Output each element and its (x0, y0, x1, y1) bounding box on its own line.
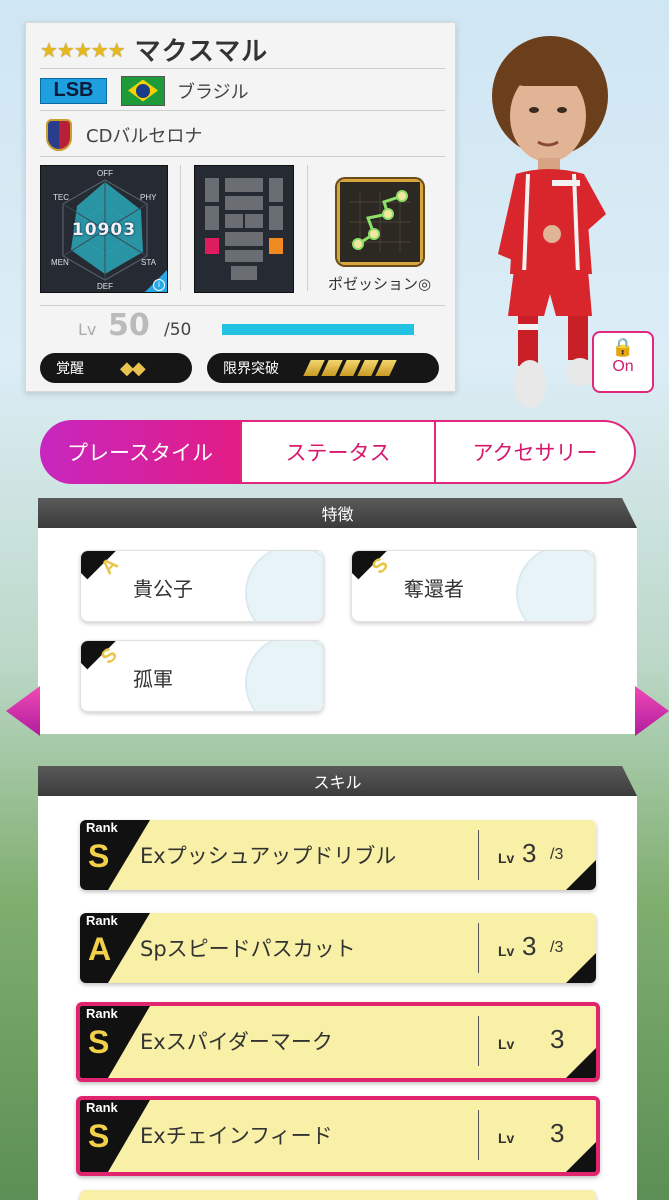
player-name: マクスマル (134, 37, 269, 67)
lock-icon: 🔒 (611, 337, 635, 358)
skill-row[interactable]: Rank A Spスピードパスカット Lv 3 /3 (80, 913, 596, 983)
rank-label: Rank (86, 1100, 118, 1115)
limit-break-bar (375, 360, 397, 376)
awakening-badge: 覚醒 ◆◆ (40, 353, 192, 383)
skill-level-max: /3 (550, 939, 564, 956)
divider (180, 165, 181, 291)
total-power: 10903 (71, 220, 137, 240)
soccer-ball-icon (245, 641, 323, 711)
previous-arrow-icon[interactable] (6, 686, 40, 736)
rank-letter: A (88, 931, 112, 967)
nationality: ブラジル (177, 81, 249, 103)
feature-name: 孤軍 (133, 667, 173, 691)
rank-label: Rank (86, 913, 118, 928)
info-icon[interactable]: i (153, 279, 165, 291)
skill-name: Exスパイダーマーク (140, 1030, 333, 1054)
skill-level: 3 (522, 931, 537, 961)
rarity-stars: ★★★★★ (40, 37, 126, 62)
limit-break-badge: 限界突破 (207, 353, 439, 383)
tab-status[interactable]: ステータス (240, 420, 436, 484)
skill-row-highlighted[interactable]: Rank S Exスパイダーマーク Lv 3 (76, 1002, 600, 1082)
stat-radar[interactable]: OFF PHY STA DEF MEN TEC 10903 i (40, 165, 168, 293)
detail-tabs: プレースタイル ステータス アクセサリー (40, 420, 636, 484)
nationality-row: LSB ブラジル (40, 71, 445, 111)
skill-level-label: Lv (498, 1130, 515, 1146)
feature-card[interactable]: Rank A 貴公子 (80, 550, 324, 622)
rank-label: Rank (86, 820, 118, 835)
skill-level: 3 (550, 1118, 565, 1148)
play-style-icon[interactable] (337, 179, 423, 265)
rank-letter: S (88, 1118, 110, 1154)
awakening-marks: ◆◆ (120, 357, 146, 379)
player-card: ★★★★★ マクスマル LSB ブラジル CDバルセロナ OFF PHY STA… (25, 22, 456, 392)
skill-level-label: Lv (498, 850, 515, 866)
position-map (194, 165, 294, 293)
club-row: CDバルセロナ (40, 113, 445, 157)
features-panel: Rank A 貴公子 Rank S 奪還者 Rank S 孤軍 (38, 528, 637, 734)
rank-label: Rank (86, 1006, 118, 1021)
soccer-ball-icon (245, 551, 323, 621)
soccer-ball-icon (516, 551, 594, 621)
skill-name: Exプッシュアップドリブル (140, 844, 397, 868)
divider (307, 165, 308, 291)
brazil-flag-icon (121, 75, 165, 106)
skill-row-partial[interactable] (80, 1190, 596, 1200)
tab-accessory[interactable]: アクセサリー (436, 420, 636, 484)
club-name: CDバルセロナ (86, 125, 203, 147)
rank-letter: S (88, 1024, 110, 1060)
feature-name: 貴公子 (133, 577, 193, 601)
name-row: ★★★★★ マクスマル (40, 31, 445, 69)
radar-label-sta: STA (141, 258, 156, 267)
level-row: Lv 50 /50 (40, 305, 445, 345)
rank-letter: S (88, 838, 110, 874)
tab-play-style[interactable]: プレースタイル (40, 420, 240, 484)
limit-break-bars (303, 360, 397, 376)
awakening-label: 覚醒 (56, 361, 84, 377)
feature-card[interactable]: Rank S 孤軍 (80, 640, 324, 712)
skill-level-label: Lv (498, 1036, 515, 1052)
skill-level-label: Lv (498, 943, 515, 959)
skill-level: 3 (522, 838, 537, 868)
features-header: 特徴 (38, 498, 637, 528)
radar-label-tec: TEC (53, 193, 69, 202)
level-label: Lv (78, 320, 97, 339)
play-style-label: ポゼッション◎ (327, 275, 432, 293)
skill-level: 3 (550, 1024, 565, 1054)
skill-level-max: /3 (550, 846, 564, 863)
position-badge: LSB (40, 77, 107, 104)
lock-toggle[interactable]: 🔒 On (592, 331, 654, 393)
skill-name: Exチェインフィード (140, 1124, 333, 1148)
lock-label: On (612, 358, 634, 375)
limit-break-label: 限界突破 (223, 361, 279, 377)
feature-name: 奪還者 (404, 577, 464, 601)
skill-row[interactable]: Rank S Exプッシュアップドリブル Lv 3 /3 (80, 820, 596, 890)
radar-label-phy: PHY (140, 193, 157, 202)
radar-label-men: MEN (51, 258, 69, 267)
level-current: 50 (108, 308, 150, 343)
radar-label-off: OFF (97, 169, 113, 178)
level-progress-bar (222, 324, 414, 335)
skills-header: スキル (38, 766, 637, 796)
club-crest-icon (46, 118, 72, 151)
next-arrow-icon[interactable] (635, 686, 669, 736)
level-max: /50 (164, 320, 192, 340)
radar-label-def: DEF (97, 282, 113, 291)
feature-card[interactable]: Rank S 奪還者 (351, 550, 595, 622)
skill-name: Spスピードパスカット (140, 937, 356, 961)
skill-row-highlighted[interactable]: Rank S Exチェインフィード Lv 3 (76, 1096, 600, 1176)
level-progress-fill (222, 324, 414, 335)
